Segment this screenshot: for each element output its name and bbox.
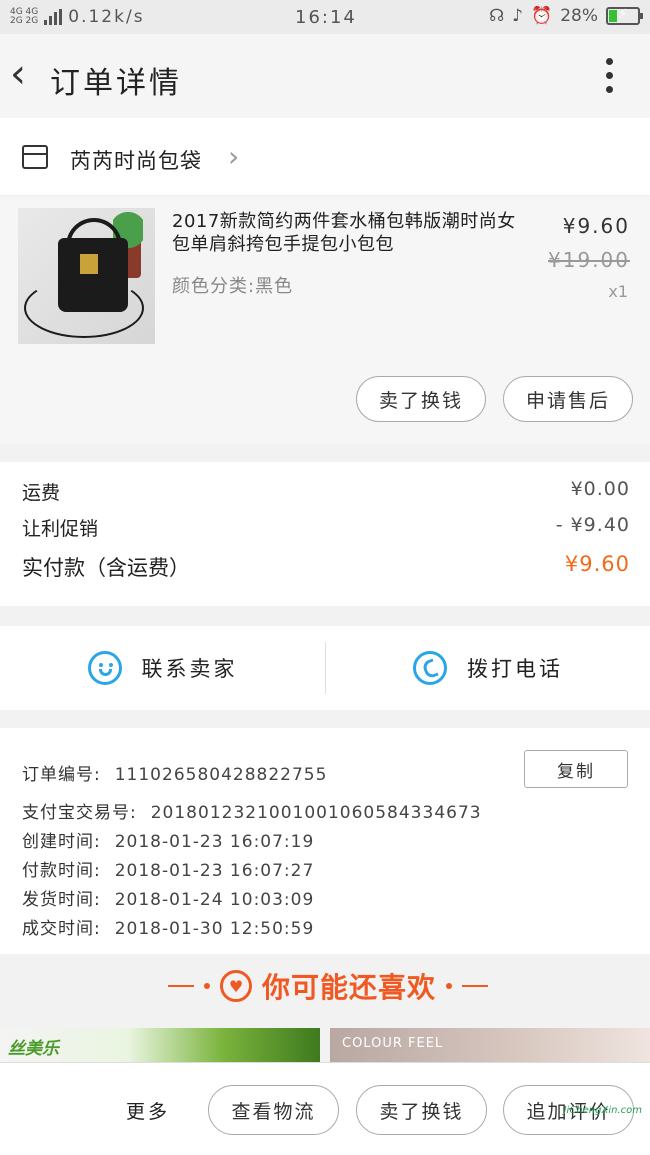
alipay-label: 支付宝交易号: xyxy=(22,803,137,823)
paid-row: 实付款（含运费） ¥9.60 xyxy=(22,552,630,582)
paid-label: 实付款（含运费） xyxy=(22,556,190,580)
alarm-icon: ⏰ xyxy=(531,6,553,26)
shipping-row: 运费 ¥0.00 xyxy=(22,478,630,505)
alipay-number: 2018012321001001060584334673 xyxy=(150,803,482,823)
alipay-row: 支付宝交易号: 2018012321001001060584334673 xyxy=(22,798,482,823)
product-original-price: ¥19.00 xyxy=(548,248,630,272)
order-info: 订单编号: 111026580428822755 复制 支付宝交易号: 201801… xyxy=(0,728,650,954)
status-bar: 4G 4G 2G 2G 0.12k/s 16:14 ☊ ♪ ⏰ 28% ⚡ xyxy=(0,0,650,34)
chevron-right-icon: › xyxy=(228,140,240,173)
recommend-title-group: ♥ 你可能还喜欢 xyxy=(168,966,489,1006)
created-row: 创建时间: 2018-01-23 16:07:19 xyxy=(22,827,314,852)
call-phone-label: 拨打电话 xyxy=(467,657,563,681)
recommend-brand: 丝美乐 xyxy=(8,1039,59,1059)
contact-seller-label: 联系卖家 xyxy=(141,657,238,681)
phone-icon xyxy=(413,651,447,685)
product-title[interactable]: 2017新款简约两件套水桶包韩版潮时尚女包单肩斜挎包手提包小包包 xyxy=(172,210,532,256)
product-card: 2017新款简约两件套水桶包韩版潮时尚女包单肩斜挎包手提包小包包 颜色分类:黑色… xyxy=(0,196,650,444)
dot-right xyxy=(446,983,453,989)
recommend-item[interactable]: COLOUR FEEL xyxy=(330,1028,650,1062)
fee-summary: 运费 ¥0.00 让利促销 - ¥9.40 实付款（含运费） ¥9.60 xyxy=(0,462,650,606)
closed-row: 成交时间: 2018-01-30 12:50:59 xyxy=(22,914,314,939)
product-quantity: x1 xyxy=(608,282,628,301)
divider-right xyxy=(462,985,489,987)
network-indicators: 4G 4G 2G 2G 0.12k/s xyxy=(10,7,145,27)
shipped-row: 发货时间: 2018-01-24 10:03:09 xyxy=(22,885,314,910)
shop-row[interactable]: 芮芮时尚包袋 › xyxy=(0,118,650,196)
copy-button[interactable]: 复制 xyxy=(524,750,628,788)
signal-icon xyxy=(44,9,63,25)
page-title: 订单详情 xyxy=(50,66,182,101)
product-price: ¥9.60 xyxy=(562,214,630,238)
heart-icon: ♥ xyxy=(220,970,252,1002)
more-button[interactable]: 更多 xyxy=(126,1097,170,1124)
divider-left xyxy=(168,985,194,987)
contact-bar: 联系卖家 拨打电话 xyxy=(0,626,650,710)
battery-percent: 28% xyxy=(560,6,598,26)
order-number-row: 订单编号: 111026580428822755 xyxy=(22,760,327,785)
recommend-item[interactable]: 丝美乐 xyxy=(0,1028,320,1062)
paid-time-label: 付款时间: xyxy=(22,861,101,881)
promo-value: - ¥9.40 xyxy=(555,514,630,536)
paid-value: ¥9.60 xyxy=(564,552,630,576)
created-label: 创建时间: xyxy=(22,832,101,852)
shop-icon xyxy=(22,145,48,169)
shipped-label: 发货时间: xyxy=(22,890,101,910)
watermark: JiChengXin.com xyxy=(563,1105,642,1116)
product-sku: 颜色分类:黑色 xyxy=(172,276,294,297)
recommend-header: ♥ 你可能还喜欢 xyxy=(0,954,650,1018)
clock: 16:14 xyxy=(295,7,357,28)
shipped-time: 2018-01-24 10:03:09 xyxy=(114,890,315,910)
headset-icon: ☊ xyxy=(489,6,505,26)
recommend-title: 你可能还喜欢 xyxy=(262,971,437,1004)
product-image[interactable] xyxy=(18,208,155,344)
resell-bottom-button[interactable]: 卖了换钱 xyxy=(356,1085,487,1135)
closed-time: 2018-01-30 12:50:59 xyxy=(114,919,315,939)
mute-icon: ♪ xyxy=(512,6,524,26)
shipping-label: 运费 xyxy=(22,482,61,504)
chat-icon xyxy=(87,651,122,685)
promo-row: 让利促销 - ¥9.40 xyxy=(22,514,630,541)
paid-time-row: 付款时间: 2018-01-23 16:07:27 xyxy=(22,856,314,881)
status-right: ☊ ♪ ⏰ 28% ⚡ xyxy=(489,6,643,26)
resell-button[interactable]: 卖了换钱 xyxy=(356,376,486,422)
back-icon[interactable]: ‹ xyxy=(10,54,40,94)
recommend-brand: COLOUR FEEL xyxy=(342,1036,444,1051)
aftersale-button[interactable]: 申请售后 xyxy=(503,376,633,422)
view-logistics-button[interactable]: 查看物流 xyxy=(208,1085,339,1135)
charging-icon: ⚡ xyxy=(618,7,628,22)
nav-bar: ‹ 订单详情 xyxy=(0,34,650,118)
call-phone-button[interactable]: 拨打电话 xyxy=(325,642,650,694)
network-type: 4G 4G 2G 2G xyxy=(10,8,38,26)
contact-seller-button[interactable]: 联系卖家 xyxy=(0,626,325,710)
bottom-action-bar: 更多 查看物流 卖了换钱 追加评价 xyxy=(0,1062,650,1155)
paid-time: 2018-01-23 16:07:27 xyxy=(114,861,315,881)
closed-label: 成交时间: xyxy=(22,919,101,939)
battery-fill xyxy=(609,10,617,22)
network-speed: 0.12k/s xyxy=(68,7,145,27)
shop-name: 芮芮时尚包袋 xyxy=(70,149,202,173)
order-number-label: 订单编号: xyxy=(22,765,101,785)
order-number: 111026580428822755 xyxy=(114,765,328,785)
dot-left xyxy=(204,983,210,989)
battery-icon: ⚡ xyxy=(606,7,643,25)
promo-label: 让利促销 xyxy=(22,518,99,540)
more-icon[interactable] xyxy=(606,58,616,93)
net-bottom: 2G 2G xyxy=(10,16,39,26)
shipping-value: ¥0.00 xyxy=(570,478,630,500)
created-time: 2018-01-23 16:07:19 xyxy=(114,832,315,852)
